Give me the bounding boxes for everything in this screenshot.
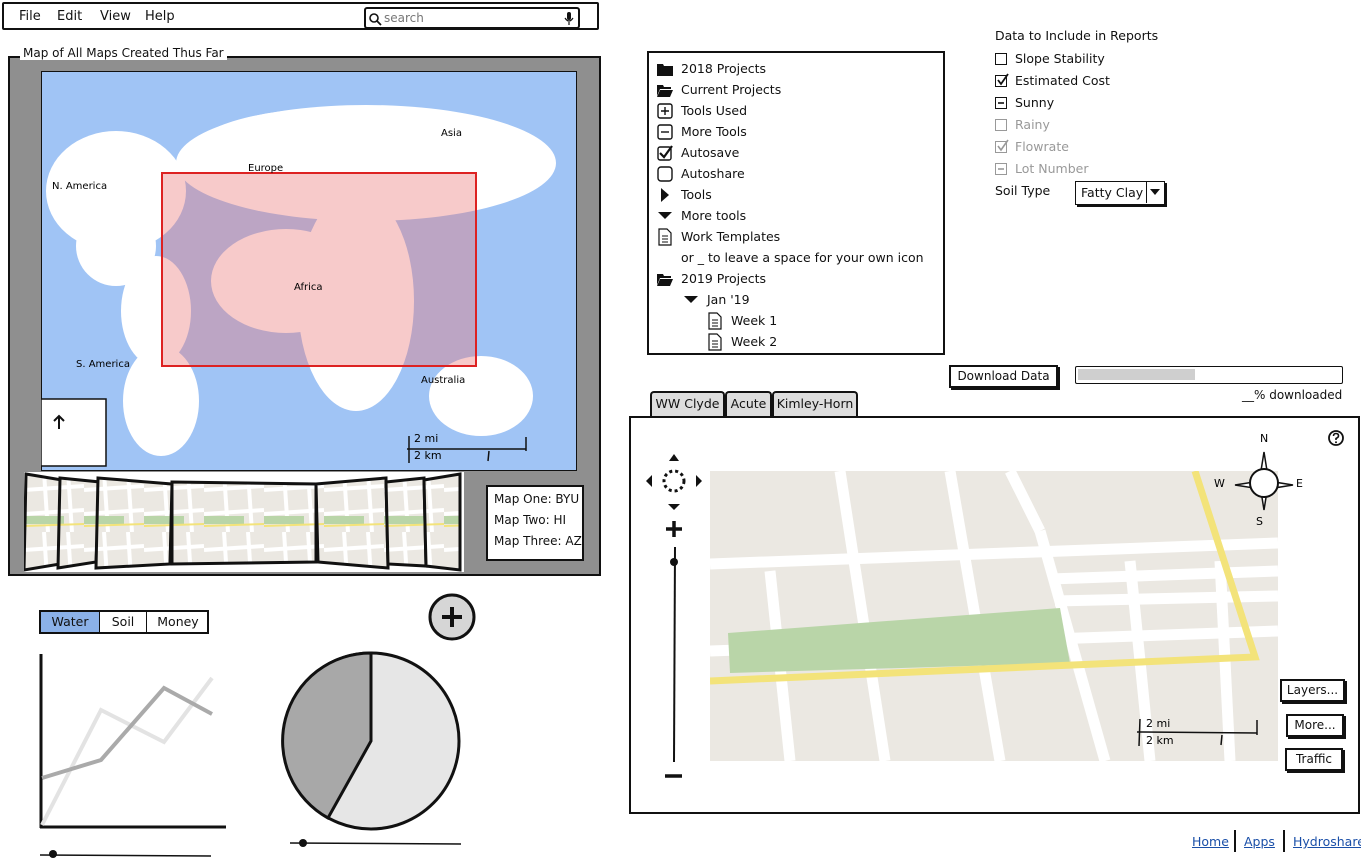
menu-bar: File Edit View Help xyxy=(2,2,599,30)
indeterminate-icon xyxy=(998,168,1004,170)
pan-center-icon xyxy=(662,469,686,493)
legend-item[interactable]: Map Three: AZ xyxy=(494,534,582,548)
zoom-slider-handle xyxy=(670,558,678,566)
menu-edit[interactable]: Edit xyxy=(57,9,82,24)
chart-slider-track xyxy=(39,854,212,857)
chevron-down-icon xyxy=(1150,189,1160,195)
segment-soil[interactable]: Soil xyxy=(100,612,147,632)
triangle-down-icon xyxy=(684,296,698,303)
download-caption: __% downloaded xyxy=(1242,388,1343,402)
document-icon xyxy=(708,333,722,351)
indeterminate-icon xyxy=(998,102,1004,104)
map-thumbnail-carousel[interactable] xyxy=(24,472,464,572)
region-australia: Australia xyxy=(421,375,465,386)
compass-w: W xyxy=(1214,477,1225,490)
maps-panel-title: Map of All Maps Created Thus Far xyxy=(20,46,227,60)
series-dark xyxy=(41,685,213,780)
compass-s: S xyxy=(1256,515,1263,528)
compass-n: N xyxy=(1260,432,1268,445)
menu-help[interactable]: Help xyxy=(145,9,175,24)
folder-open-icon xyxy=(657,85,673,97)
project-tree: 2018 Projects Current Projects Tools Use… xyxy=(647,51,945,355)
footer-link-apps[interactable]: Apps xyxy=(1244,834,1275,849)
maps-legend: Map One: BYU Map Two: HI Map Three: AZ xyxy=(486,485,584,561)
menu-file[interactable]: File xyxy=(19,9,41,24)
triangle-right-icon xyxy=(661,188,669,202)
pan-down-icon xyxy=(668,504,680,510)
north-arrow-box xyxy=(41,398,107,467)
checkmark-icon xyxy=(997,139,1009,152)
pan-zoom-controls[interactable] xyxy=(644,452,706,782)
region-africa: Africa xyxy=(294,282,323,293)
footer-link-hydroshare[interactable]: Hydroshare xyxy=(1293,834,1361,849)
more-button[interactable]: More... xyxy=(1286,714,1344,737)
plus-square-icon xyxy=(657,103,673,119)
report-title: Data to Include in Reports xyxy=(995,28,1159,43)
checkbox-empty-icon xyxy=(657,166,673,182)
svg-text:2 mi: 2 mi xyxy=(1146,717,1170,730)
compass-e: E xyxy=(1296,477,1303,490)
world-map[interactable]: Asia Europe N. America Africa S. America… xyxy=(41,71,577,471)
compass-rose[interactable]: N E S W xyxy=(1207,428,1312,533)
pie-slider-track xyxy=(289,842,462,845)
legend-item[interactable]: Map Two: HI xyxy=(494,513,566,527)
segment-water[interactable]: Water xyxy=(41,612,100,632)
traffic-button[interactable]: Traffic xyxy=(1285,748,1343,771)
pan-up-icon xyxy=(669,454,679,461)
document-icon xyxy=(658,228,672,246)
search-input[interactable] xyxy=(384,10,554,26)
zoom-in-icon xyxy=(666,521,682,537)
tab-ww-clyde[interactable]: WW Clyde xyxy=(650,391,725,416)
region-europe: Europe xyxy=(248,163,283,174)
search-box xyxy=(364,7,580,29)
tab-kimley-horn[interactable]: Kimley-Horn xyxy=(772,391,858,416)
legend-item[interactable]: Map One: BYU xyxy=(494,492,579,506)
search-icon xyxy=(369,13,382,26)
segmented-control: Water Soil Money xyxy=(39,610,209,634)
tab-acute[interactable]: Acute xyxy=(725,391,772,416)
pan-left-icon xyxy=(646,475,652,487)
triangle-down-icon xyxy=(658,212,672,219)
checkmark-icon xyxy=(997,73,1009,86)
minus-square-icon xyxy=(657,124,673,140)
help-icon[interactable] xyxy=(1327,429,1345,447)
region-s-america: S. America xyxy=(76,359,130,370)
menu-view[interactable]: View xyxy=(100,9,131,24)
region-asia: Asia xyxy=(441,128,462,139)
svg-text:2 km: 2 km xyxy=(1146,734,1174,747)
soil-type-label: Soil Type xyxy=(995,183,1051,198)
pan-right-icon xyxy=(696,475,702,487)
folder-closed-icon xyxy=(657,64,673,76)
region-n-america: N. America xyxy=(52,181,107,192)
pie-chart xyxy=(281,651,462,847)
chart-slider-handle xyxy=(49,850,57,858)
segment-money[interactable]: Money xyxy=(147,612,209,632)
line-chart xyxy=(39,654,226,858)
add-button[interactable] xyxy=(427,593,477,643)
layers-button[interactable]: Layers... xyxy=(1280,679,1345,702)
download-progress-bar xyxy=(1075,366,1343,384)
checkbox-checked-icon xyxy=(657,145,673,161)
svg-text:2 mi: 2 mi xyxy=(414,432,438,445)
download-data-button[interactable]: Download Data xyxy=(949,365,1058,388)
microphone-icon[interactable] xyxy=(564,12,574,26)
footer-link-home[interactable]: Home xyxy=(1192,834,1229,849)
svg-text:2 km: 2 km xyxy=(414,449,442,462)
folder-open-icon xyxy=(657,274,673,286)
soil-type-select[interactable]: Fatty Clay xyxy=(1075,181,1165,205)
zoom-slider-track xyxy=(673,546,676,763)
map-scale-bar: 2 mi 2 km xyxy=(1136,717,1258,747)
document-icon xyxy=(708,312,722,330)
progress-fill xyxy=(1078,369,1195,380)
pie-slider-handle xyxy=(299,839,307,847)
